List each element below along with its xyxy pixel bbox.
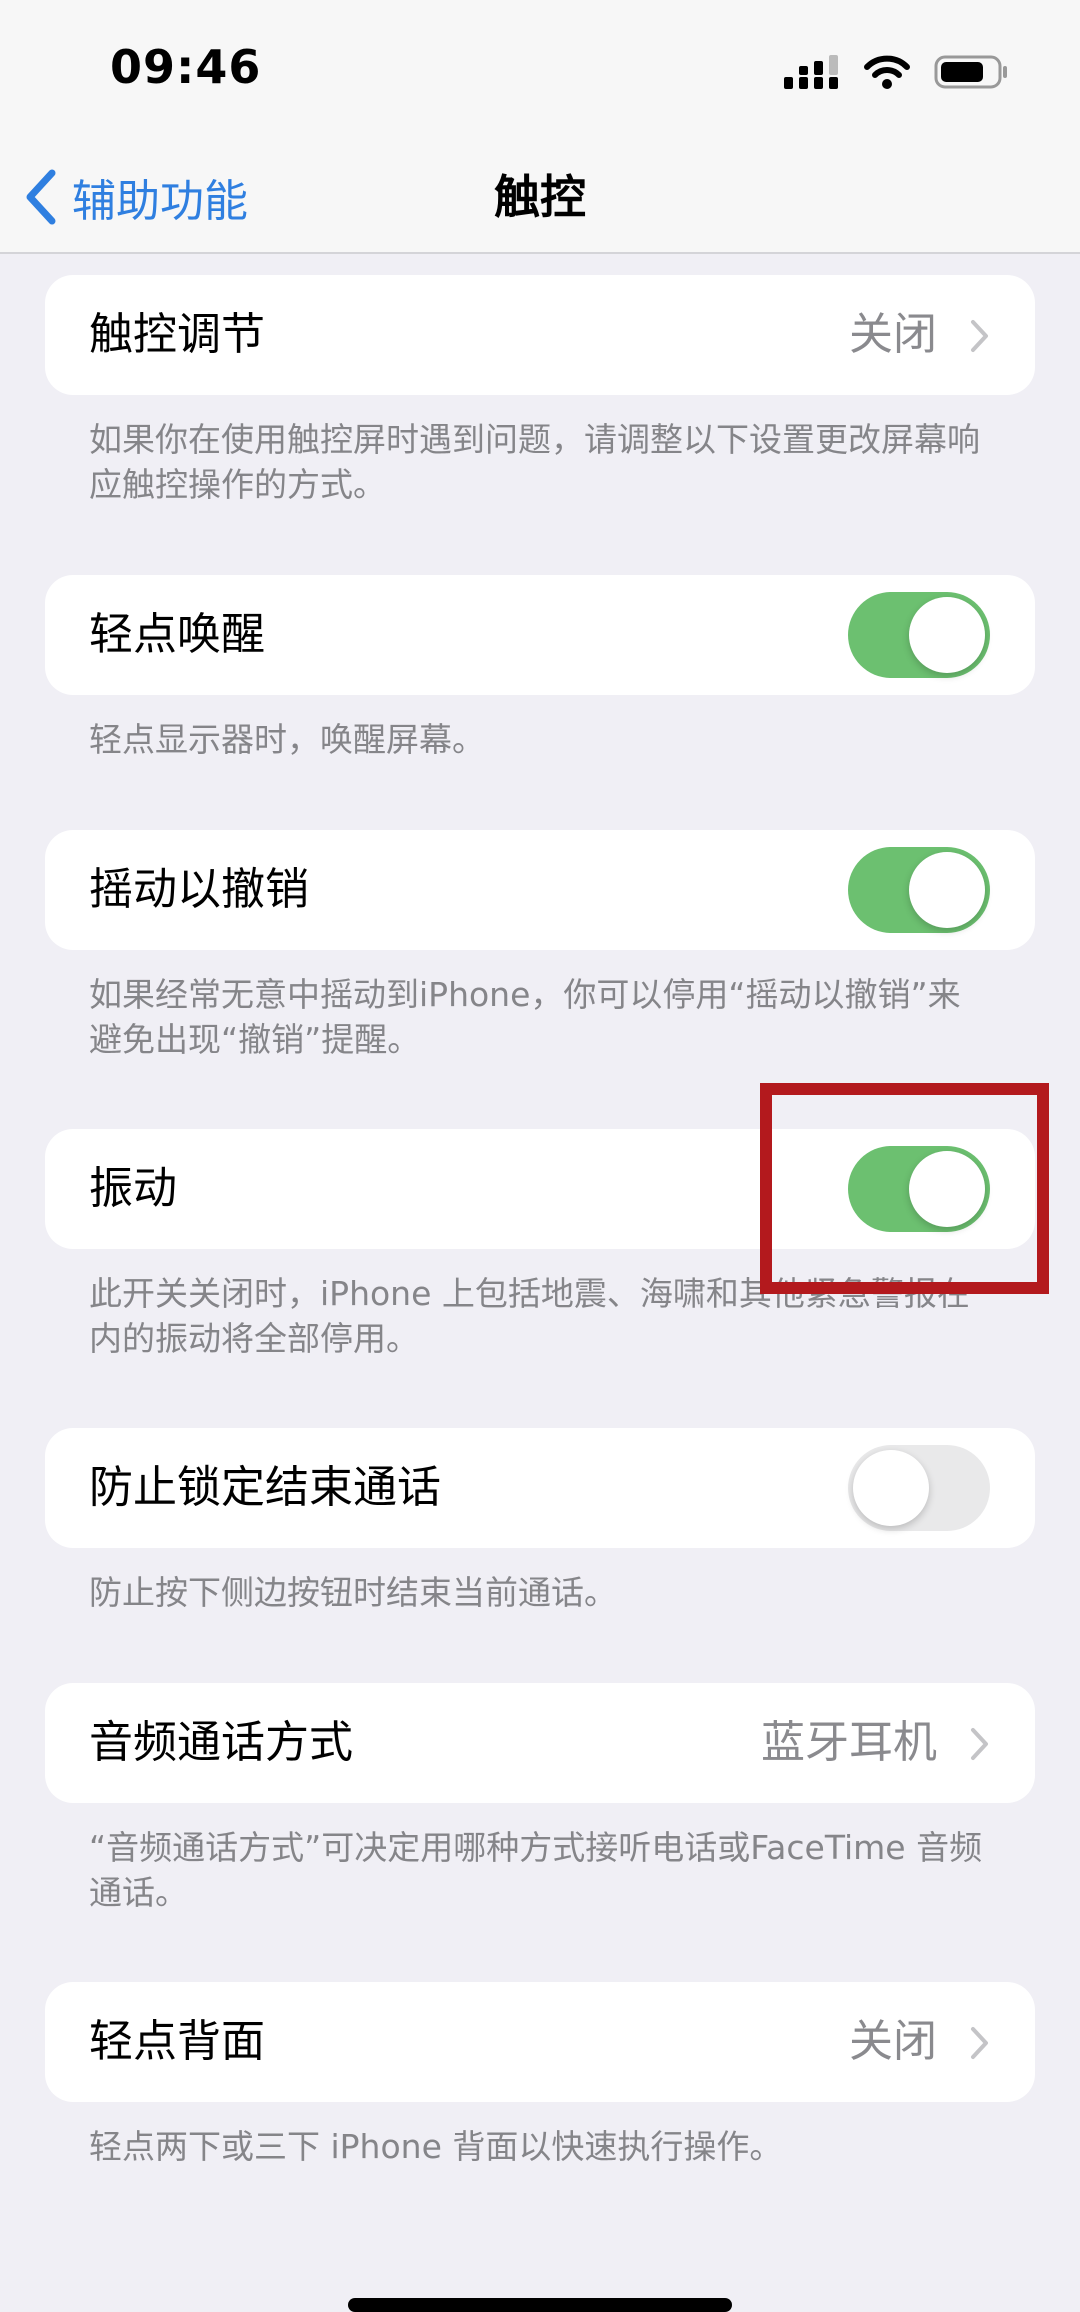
chevron-right-icon [971,320,988,352]
row-label: 摇动以撤销 [89,864,309,915]
row-label: 音频通话方式 [89,1717,353,1768]
row-label: 轻点背面 [89,2016,265,2067]
row-tap-to-wake: 轻点唤醒 [45,575,1035,695]
row-value: 关闭 [849,2016,937,2067]
row-touch-accommodations[interactable]: 触控调节 关闭 [45,275,1035,395]
row-call-audio-routing[interactable]: 音频通话方式 蓝牙耳机 [45,1683,1035,1803]
row-label: 触控调节 [89,309,265,360]
footnote: 如果经常无意中摇动到iPhone，你可以停用“摇动以撤销”来避免出现“撤销”提醒… [89,975,961,1059]
toggle-switch[interactable] [848,1445,990,1531]
toggle-knob [909,852,985,928]
row-label: 防止锁定结束通话 [89,1462,441,1513]
navigation-bar: 辅助功能 触控 [0,140,1080,254]
home-indicator[interactable] [348,2298,732,2312]
status-bar: 09:46 [0,0,1080,140]
footnote: 轻点显示器时，唤醒屏幕。 [89,720,485,759]
row-shake-to-undo: 摇动以撤销 [45,830,1035,950]
cellular-icon [784,55,838,89]
page-title: 触控 [494,170,586,224]
row-back-tap[interactable]: 轻点背面 关闭 [45,1982,1035,2102]
status-icons [784,52,1008,92]
row-label: 轻点唤醒 [89,609,265,660]
footnote: “音频通话方式”可决定用哪种方式接听电话或FaceTime 音频通话。 [89,1828,983,1912]
highlight-box [760,1083,1049,1294]
toggle-switch[interactable] [848,592,990,678]
chevron-right-icon [971,2027,988,2059]
wifi-icon [864,55,910,89]
status-time: 09:46 [110,40,262,94]
row-value: 蓝牙耳机 [761,1717,937,1768]
chevron-right-icon [971,1728,988,1760]
toggle-knob [853,1450,929,1526]
toggle-knob [909,597,985,673]
row-label: 振动 [89,1163,177,1214]
battery-icon [934,55,1007,89]
row-prevent-lock-end-call: 防止锁定结束通话 [45,1428,1035,1548]
footnote: 防止按下侧边按钮时结束当前通话。 [89,1573,617,1612]
footnote: 轻点两下或三下 iPhone 背面以快速执行操作。 [89,2127,783,2166]
toggle-switch[interactable] [848,847,990,933]
footnote: 如果你在使用触控屏时遇到问题，请调整以下设置更改屏幕响应触控操作的方式。 [89,420,980,504]
row-value: 关闭 [849,309,937,360]
